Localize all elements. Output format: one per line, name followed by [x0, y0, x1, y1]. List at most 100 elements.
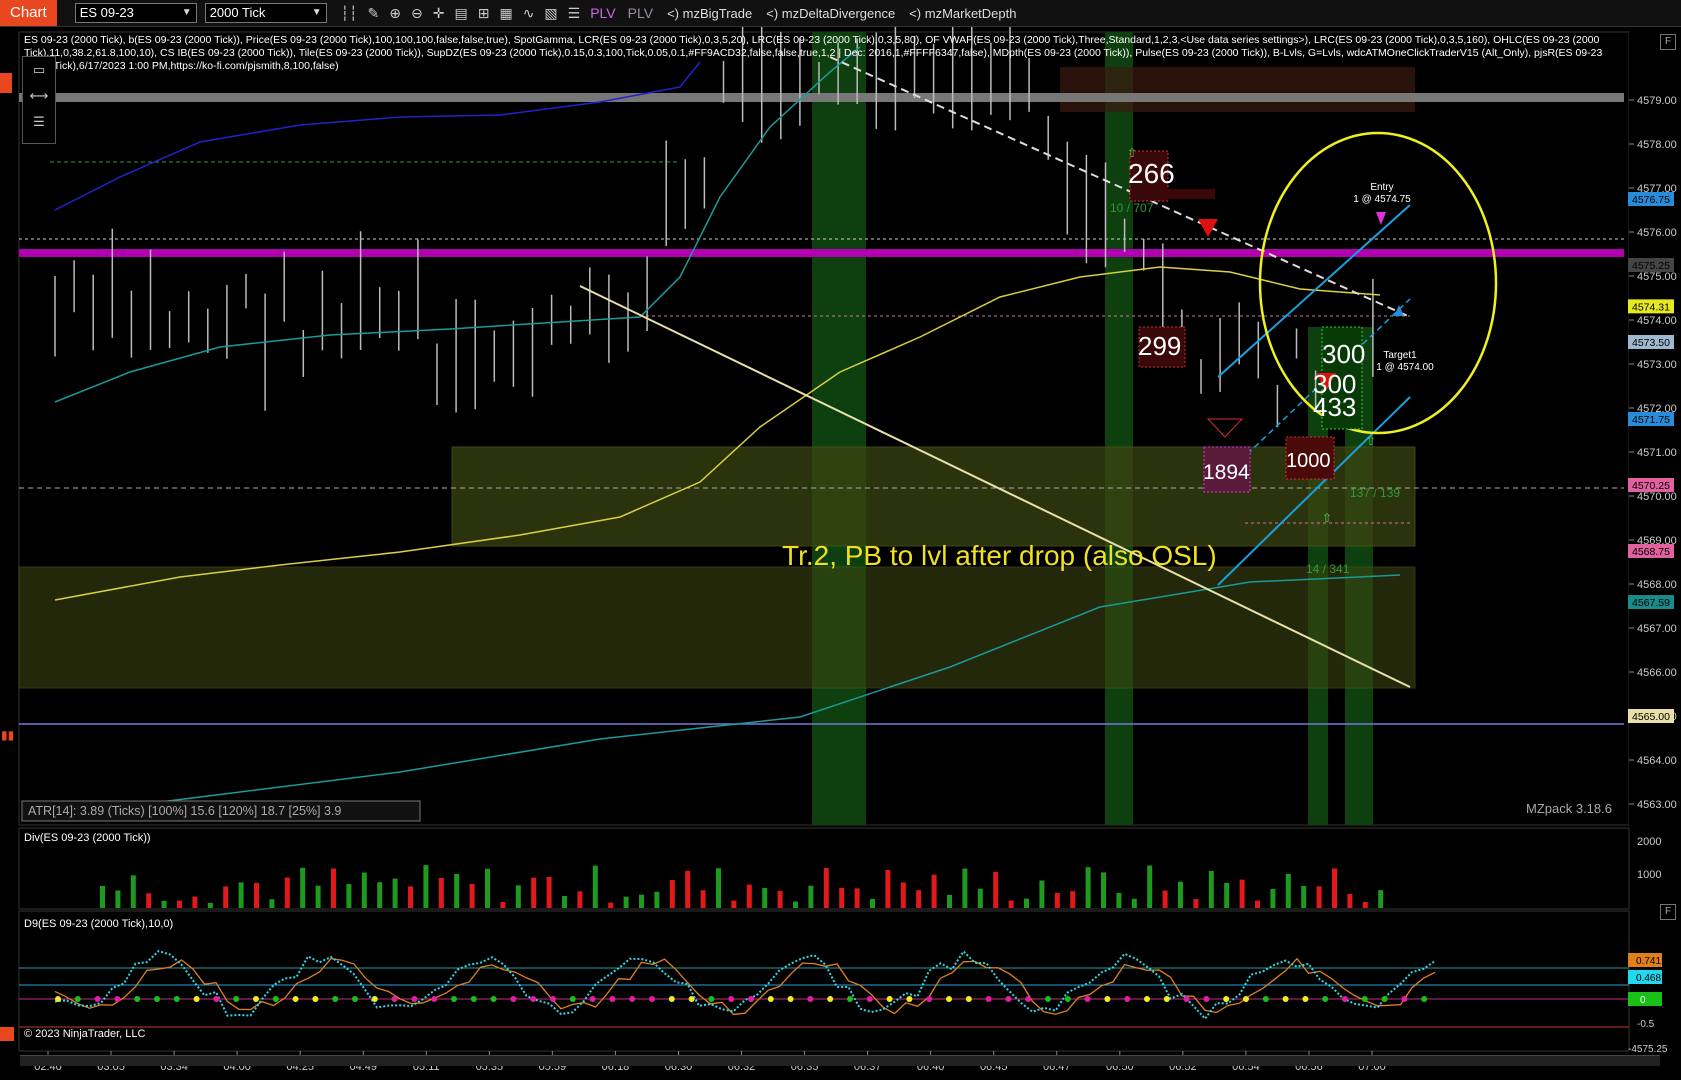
delta-bar	[130, 875, 136, 908]
chart-canvas[interactable]: ⇧ ⇧ ⇧ 266 299 300 300 433 1894 1000 10 /…	[0, 27, 1681, 1080]
d9-panel[interactable]	[18, 910, 1630, 1052]
strategies-icon[interactable]: ▧	[544, 5, 557, 22]
d9-tag-label: 0.741	[1636, 956, 1661, 967]
mzdeltadivergence-button[interactable]: <) mzDeltaDivergence	[766, 6, 895, 21]
d9-dot	[55, 996, 61, 1002]
side-tab[interactable]	[0, 73, 12, 93]
supply-demand-zone	[451, 446, 1416, 547]
price-tick-label: 4570.00	[1637, 491, 1677, 503]
interval-select[interactable]: 2000 Tick ▼	[204, 3, 327, 23]
delta-bar	[1147, 865, 1153, 908]
delta-bar	[346, 884, 352, 908]
delta-bar	[392, 878, 398, 908]
menu-icon[interactable]: ☰	[23, 109, 55, 135]
delta-bar	[1070, 891, 1076, 908]
d9-dot	[292, 996, 299, 1002]
d9-dot	[134, 996, 141, 1002]
d9-dot	[668, 996, 675, 1002]
supply-demand-zone	[18, 566, 1416, 689]
panel-options-button[interactable]: F	[1660, 904, 1676, 920]
delta-bar	[1054, 892, 1060, 908]
price-axis[interactable]: 4579.004578.004577.004576.004575.004574.…	[1629, 32, 1681, 825]
price-tick-label: 4579.00	[1637, 95, 1677, 107]
price-tag-label: 4568.75	[1632, 546, 1670, 558]
mzpack-version: MZpack 3.18.6	[1526, 801, 1612, 816]
delta-bar	[1162, 890, 1168, 908]
d9-dot	[1381, 996, 1388, 1002]
template-icon[interactable]: ⊞	[478, 5, 490, 22]
zoom-in-icon[interactable]: ⊕	[389, 5, 401, 22]
delta-bar	[146, 893, 152, 908]
price-tick-label: 4567.00	[1637, 623, 1677, 635]
bar-type-icon[interactable]: ┆┆	[341, 5, 358, 22]
delta-bar	[408, 886, 413, 908]
properties-icon[interactable]: ▤	[454, 5, 467, 22]
d9-dot	[451, 996, 457, 1002]
ruler-icon[interactable]: ▭	[23, 57, 55, 83]
delta-bar	[423, 865, 429, 908]
delta-bar	[947, 894, 952, 908]
gray-level	[19, 93, 1624, 102]
delta-bar	[531, 877, 537, 908]
green-band	[812, 32, 866, 825]
delta-bar	[1008, 900, 1014, 908]
delta-bar	[639, 894, 644, 908]
delta-bar	[300, 867, 306, 908]
d9-dot	[193, 996, 200, 1002]
box-label-1894: 1894	[1203, 461, 1250, 484]
d9-dot	[1282, 996, 1289, 1002]
plv-button-2[interactable]: PLV	[628, 5, 653, 21]
price-tag-label: 4571.75	[1632, 414, 1670, 426]
d9-dot	[787, 996, 794, 1002]
entry-price-label: 1 @ 4574.75	[1353, 194, 1411, 205]
d9-dot	[1302, 996, 1309, 1002]
delta-bar	[361, 872, 367, 908]
price-tick-label: 4574.00	[1637, 315, 1677, 327]
trade-annotation: Tr.2, PB to lvl after drop (also OSL)	[782, 540, 1217, 571]
d9-axis-bottom: -4575.25	[1628, 1044, 1668, 1055]
zoom-out-icon[interactable]: ⊖	[411, 5, 423, 22]
d9-dot	[847, 996, 853, 1002]
d9-dot	[94, 996, 101, 1002]
d9-dot	[1124, 996, 1131, 1002]
interval-value: 2000 Tick	[209, 5, 266, 20]
crosshair-icon[interactable]: ✛	[433, 5, 445, 22]
delta-bar	[1131, 898, 1137, 908]
pencil-icon[interactable]: ✎	[368, 5, 380, 22]
side-tab[interactable]	[0, 1027, 14, 1041]
list-icon[interactable]: ☰	[568, 5, 581, 22]
delta-bar	[377, 882, 383, 908]
d9-dot	[946, 996, 952, 1002]
price-tick-label: 4563.00	[1637, 799, 1677, 811]
panel-options-button[interactable]: F	[1660, 34, 1676, 50]
tab-chart[interactable]: Chart	[0, 0, 57, 26]
price-tick-label: 4571.00	[1637, 447, 1677, 459]
drawing-tools[interactable]: ▭ ⟷ ☰	[22, 56, 56, 144]
delta-bar	[1332, 868, 1337, 908]
side-marker: ▮▮	[1, 728, 14, 742]
d9-dot	[391, 996, 398, 1002]
price-tick-label: 4576.00	[1637, 227, 1677, 239]
copyright-text: © 2023 NinjaTrader, LLC	[24, 1028, 145, 1040]
d9-dot	[312, 996, 319, 1002]
price-tick-label: 4573.00	[1637, 359, 1677, 371]
mzmarketdepth-button[interactable]: <) mzMarketDepth	[909, 6, 1016, 21]
d9-dot	[609, 996, 616, 1002]
delta-bar	[931, 874, 937, 908]
horizontal-line-icon[interactable]: ⟷	[23, 83, 55, 109]
delta-bar	[269, 899, 275, 908]
d9-dot	[965, 996, 972, 1002]
instrument-select[interactable]: ES 09-23 ▼	[74, 3, 197, 23]
delta-bar	[1316, 886, 1322, 908]
plv-button[interactable]: PLV	[590, 5, 615, 21]
horizontal-scrollbar[interactable]	[20, 1055, 1660, 1066]
delta-bar	[793, 901, 798, 908]
d9-dot	[827, 996, 834, 1002]
mzbigtrade-button[interactable]: <) mzBigTrade	[667, 6, 752, 21]
price-tag-label: 4573.50	[1632, 337, 1670, 349]
d9-dot	[1005, 996, 1012, 1002]
d9-dot	[332, 996, 339, 1002]
indicators-icon[interactable]: ∿	[523, 5, 535, 22]
data-box-icon[interactable]: ▦	[499, 5, 512, 22]
delta-bar	[823, 867, 829, 908]
